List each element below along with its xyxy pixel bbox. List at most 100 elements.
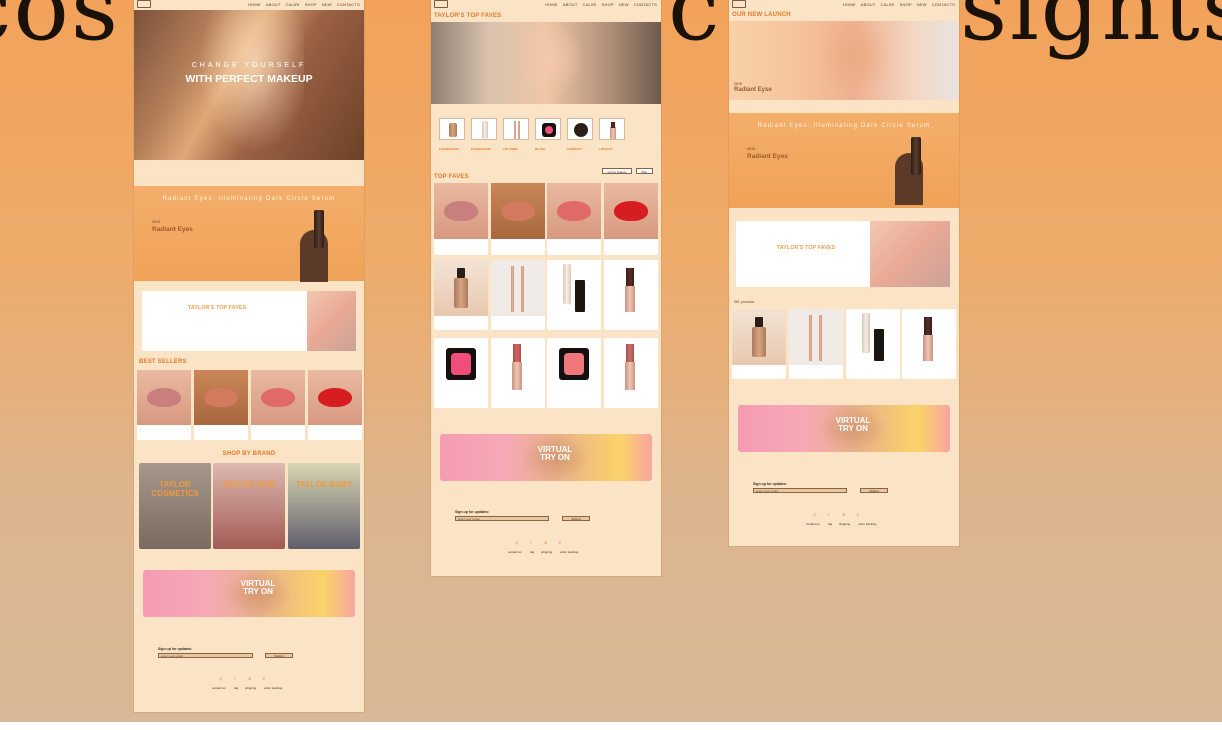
nav-about[interactable]: ABOUT <box>861 2 876 7</box>
email-field[interactable]: enter your email <box>158 653 253 658</box>
virtual-try-on-label: VIRTUAL TRY ON <box>835 416 871 434</box>
product-count: 581 products <box>734 300 755 304</box>
sort-dropdown[interactable]: sort by feature <box>602 168 632 174</box>
top-nav: HOME ABOUT CALIRI SHOP NEW CONTACTS <box>729 0 959 9</box>
filter-button[interactable]: filter <box>636 168 653 174</box>
brand-card-baby[interactable]: TAYLOR BABY <box>288 463 360 549</box>
product-card[interactable] <box>604 260 658 330</box>
brand-logo[interactable] <box>137 0 151 8</box>
facebook-icon[interactable]: f <box>828 512 829 517</box>
footer-order-tracking[interactable]: order tracking <box>858 522 876 526</box>
nav-home[interactable]: HOME <box>248 2 261 7</box>
product-card[interactable] <box>434 260 488 330</box>
pinterest-icon[interactable]: ⊗ <box>842 512 845 517</box>
product-card[interactable] <box>547 260 601 330</box>
nav-caliri[interactable]: CALIRI <box>583 2 597 7</box>
product-card[interactable] <box>434 183 488 255</box>
category-lip-liner[interactable] <box>503 118 529 140</box>
nav-shop[interactable]: SHOP <box>900 2 912 7</box>
footer-faq[interactable]: faq <box>530 550 534 554</box>
brand-logo[interactable] <box>732 0 746 8</box>
nav-caliri[interactable]: CALIRI <box>286 2 300 7</box>
nav-shop[interactable]: SHOP <box>305 2 317 7</box>
footer-order-tracking[interactable]: order tracking <box>560 550 578 554</box>
category-foundation[interactable] <box>439 118 465 140</box>
nav-new[interactable]: NEW <box>322 2 332 7</box>
serum-new-label: NEW <box>747 147 756 151</box>
signup-label: Sign up for updates: <box>455 510 490 514</box>
footer-order-tracking[interactable]: order tracking <box>264 686 282 690</box>
footer-contact[interactable]: contact us <box>508 550 522 554</box>
virtual-try-on-banner[interactable]: VIRTUAL TRY ON <box>738 405 950 452</box>
facebook-icon[interactable]: f <box>234 676 235 681</box>
brand-card-skin[interactable]: TAYLOR SKIN <box>213 463 285 549</box>
category-compact[interactable] <box>567 118 593 140</box>
top-faves-title: TOP FAVES <box>434 174 469 180</box>
nav-about[interactable]: ABOUT <box>563 2 578 7</box>
product-card[interactable] <box>251 370 305 440</box>
nav-caliri[interactable]: CALIRI <box>881 2 895 7</box>
product-card[interactable] <box>491 338 545 408</box>
product-card[interactable] <box>194 370 248 440</box>
product-card[interactable] <box>547 183 601 255</box>
top-faves-card[interactable]: TAYLOR'S TOP FAVES <box>736 221 950 287</box>
serum-banner: Radiant Eyes: Illuminating Dark Circle S… <box>134 186 364 282</box>
email-field[interactable]: enter your email <box>455 516 549 521</box>
product-card[interactable] <box>732 309 786 379</box>
product-card[interactable] <box>902 309 956 379</box>
product-card[interactable] <box>846 309 900 379</box>
nav-contacts[interactable]: CONTACTS <box>337 2 360 7</box>
facebook-icon[interactable]: f <box>530 540 531 545</box>
nav-new[interactable]: NEW <box>619 2 629 7</box>
product-card[interactable] <box>491 260 545 330</box>
instagram-icon[interactable]: ◎ <box>219 676 223 681</box>
product-card[interactable] <box>604 183 658 255</box>
category-eyeshadow[interactable] <box>471 118 497 140</box>
nav-home[interactable]: HOME <box>843 2 856 7</box>
product-card[interactable] <box>789 309 843 379</box>
footer-contact[interactable]: contact us <box>806 522 820 526</box>
submit-button[interactable]: Submit <box>265 653 293 658</box>
instagram-icon[interactable]: ◎ <box>813 512 817 517</box>
top-nav: HOME ABOUT CALIRI SHOP NEW CONTACTS <box>134 0 364 9</box>
twitter-icon[interactable]: ✕ <box>558 540 561 545</box>
footer-contact[interactable]: contact us <box>212 686 226 690</box>
category-lipstick[interactable] <box>599 118 625 140</box>
nav-contacts[interactable]: CONTACTS <box>634 2 657 7</box>
pinterest-icon[interactable]: ⊗ <box>544 540 547 545</box>
footer-shipping[interactable]: shipping <box>541 550 552 554</box>
submit-button[interactable]: Submit <box>860 488 888 493</box>
product-card[interactable] <box>137 370 191 440</box>
virtual-try-on-banner[interactable]: VIRTUAL TRY ON <box>440 434 652 481</box>
new-launch-hero: NEW Radiant Eyse <box>729 21 959 100</box>
serum-name: Radiant Eyes <box>152 226 193 233</box>
category-blush[interactable] <box>535 118 561 140</box>
product-card[interactable] <box>491 183 545 255</box>
signup-label: Sign up for updates: <box>753 482 788 486</box>
product-card[interactable] <box>434 338 488 408</box>
footer-faq[interactable]: faq <box>234 686 238 690</box>
product-card[interactable] <box>547 338 601 408</box>
instagram-icon[interactable]: ◎ <box>515 540 519 545</box>
serum-name: Radiant Eyes <box>747 153 788 160</box>
brand-card-cosmetics[interactable]: TAYLOR COSMETICS <box>139 463 211 549</box>
nav-new[interactable]: NEW <box>917 2 927 7</box>
pinterest-icon[interactable]: ⊗ <box>248 676 251 681</box>
footer-faq[interactable]: faq <box>828 522 832 526</box>
nav-home[interactable]: HOME <box>545 2 558 7</box>
nav-shop[interactable]: SHOP <box>602 2 614 7</box>
nav-contacts[interactable]: CONTACTS <box>932 2 955 7</box>
virtual-try-on-banner[interactable]: VIRTUAL TRY ON <box>143 570 355 617</box>
footer-shipping[interactable]: shipping <box>839 522 850 526</box>
nav-about[interactable]: ABOUT <box>266 2 281 7</box>
product-card[interactable] <box>308 370 362 440</box>
email-field[interactable]: enter your email <box>753 488 847 493</box>
product-card[interactable] <box>604 338 658 408</box>
footer-shipping[interactable]: shipping <box>245 686 256 690</box>
twitter-icon[interactable]: ✕ <box>262 676 265 681</box>
submit-button[interactable]: Submit <box>562 516 590 521</box>
top-faves-card[interactable]: TAYLOR'S TOP FAVES <box>142 291 356 351</box>
serum-title: Radiant Eyes: Illuminating Dark Circle S… <box>757 123 931 129</box>
brand-logo[interactable] <box>434 0 448 8</box>
twitter-icon[interactable]: ✕ <box>856 512 859 517</box>
